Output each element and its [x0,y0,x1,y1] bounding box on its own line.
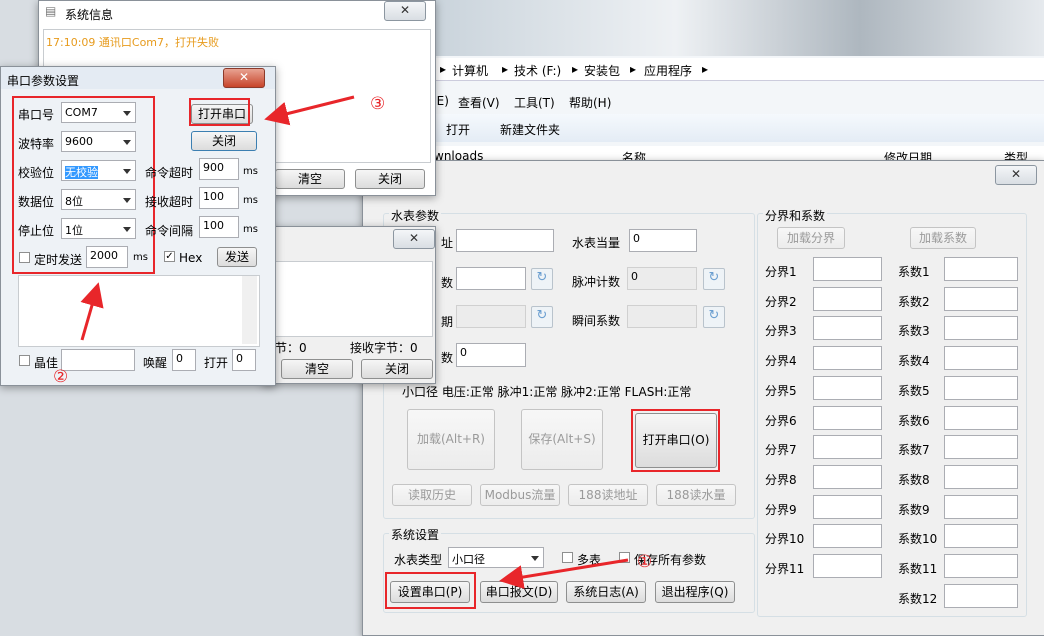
annotation-3: ③ [370,94,386,114]
annotation-2: ② [53,367,69,387]
arrow-1 [499,558,629,589]
annotation-1: ① [637,552,653,572]
arrow-2 [80,282,104,341]
annotation-arrows [80,95,629,589]
arrow-3 [264,95,355,126]
